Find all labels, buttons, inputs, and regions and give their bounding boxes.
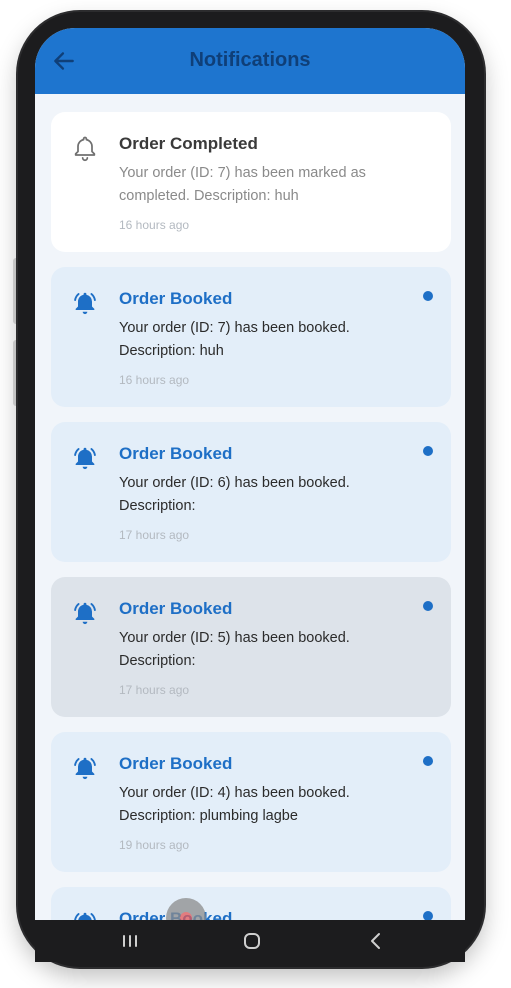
notification-card[interactable]: Order Booked Your order (ID: 6) has been… (51, 422, 451, 562)
unread-indicator (423, 756, 433, 766)
notification-title: Order Booked (119, 444, 233, 463)
notification-time: 16 hours ago (119, 373, 190, 387)
notification-title: Order Booked (119, 599, 233, 618)
page-title: Notifications (189, 49, 311, 71)
notification-body: Your order (ID: 7) has been booked. Desc… (119, 320, 350, 359)
app-screen: Notifications Order Completed Your order… (35, 28, 465, 948)
screenshot: Notifications Order Completed Your order… (0, 0, 511, 988)
notification-title: Order Completed (119, 134, 258, 153)
notification-card[interactable]: Order Booked Your order (ID: 7) has been… (51, 267, 451, 407)
notification-title: Order Booked (119, 289, 233, 308)
notification-time: 17 hours ago (119, 528, 190, 542)
notification-body: Your order (ID: 6) has been booked. Desc… (119, 475, 350, 514)
unread-indicator (423, 446, 433, 456)
notification-time: 17 hours ago (119, 683, 190, 697)
notification-time: 19 hours ago (119, 838, 190, 852)
notification-body: Your order (ID: 7) has been marked as co… (119, 165, 366, 204)
bell-ringing-icon (74, 602, 96, 625)
unread-indicator (423, 291, 433, 301)
notification-card[interactable]: Order Completed Your order (ID: 7) has b… (51, 112, 451, 252)
notification-body: Your order (ID: 4) has been booked. Desc… (119, 785, 350, 824)
notification-body: Your order (ID: 5) has been booked. Desc… (119, 630, 350, 669)
system-back-icon[interactable] (361, 930, 391, 952)
bell-ringing-icon (74, 757, 96, 780)
bell-outline-icon (74, 136, 96, 162)
notification-title: Order Booked (119, 754, 233, 773)
notification-card[interactable]: Order Booked Your order (ID: 5) has been… (51, 577, 451, 717)
unread-indicator (423, 601, 433, 611)
recents-icon[interactable] (115, 930, 145, 952)
notification-card[interactable]: Order Booked Your order (ID: 4) has been… (51, 732, 451, 872)
bell-ringing-icon (74, 447, 96, 470)
bell-ringing-icon (74, 292, 96, 315)
app-bar: Notifications (35, 28, 465, 94)
home-icon[interactable] (237, 930, 267, 952)
notification-time: 16 hours ago (119, 218, 190, 232)
system-navigation-bar (35, 920, 465, 962)
